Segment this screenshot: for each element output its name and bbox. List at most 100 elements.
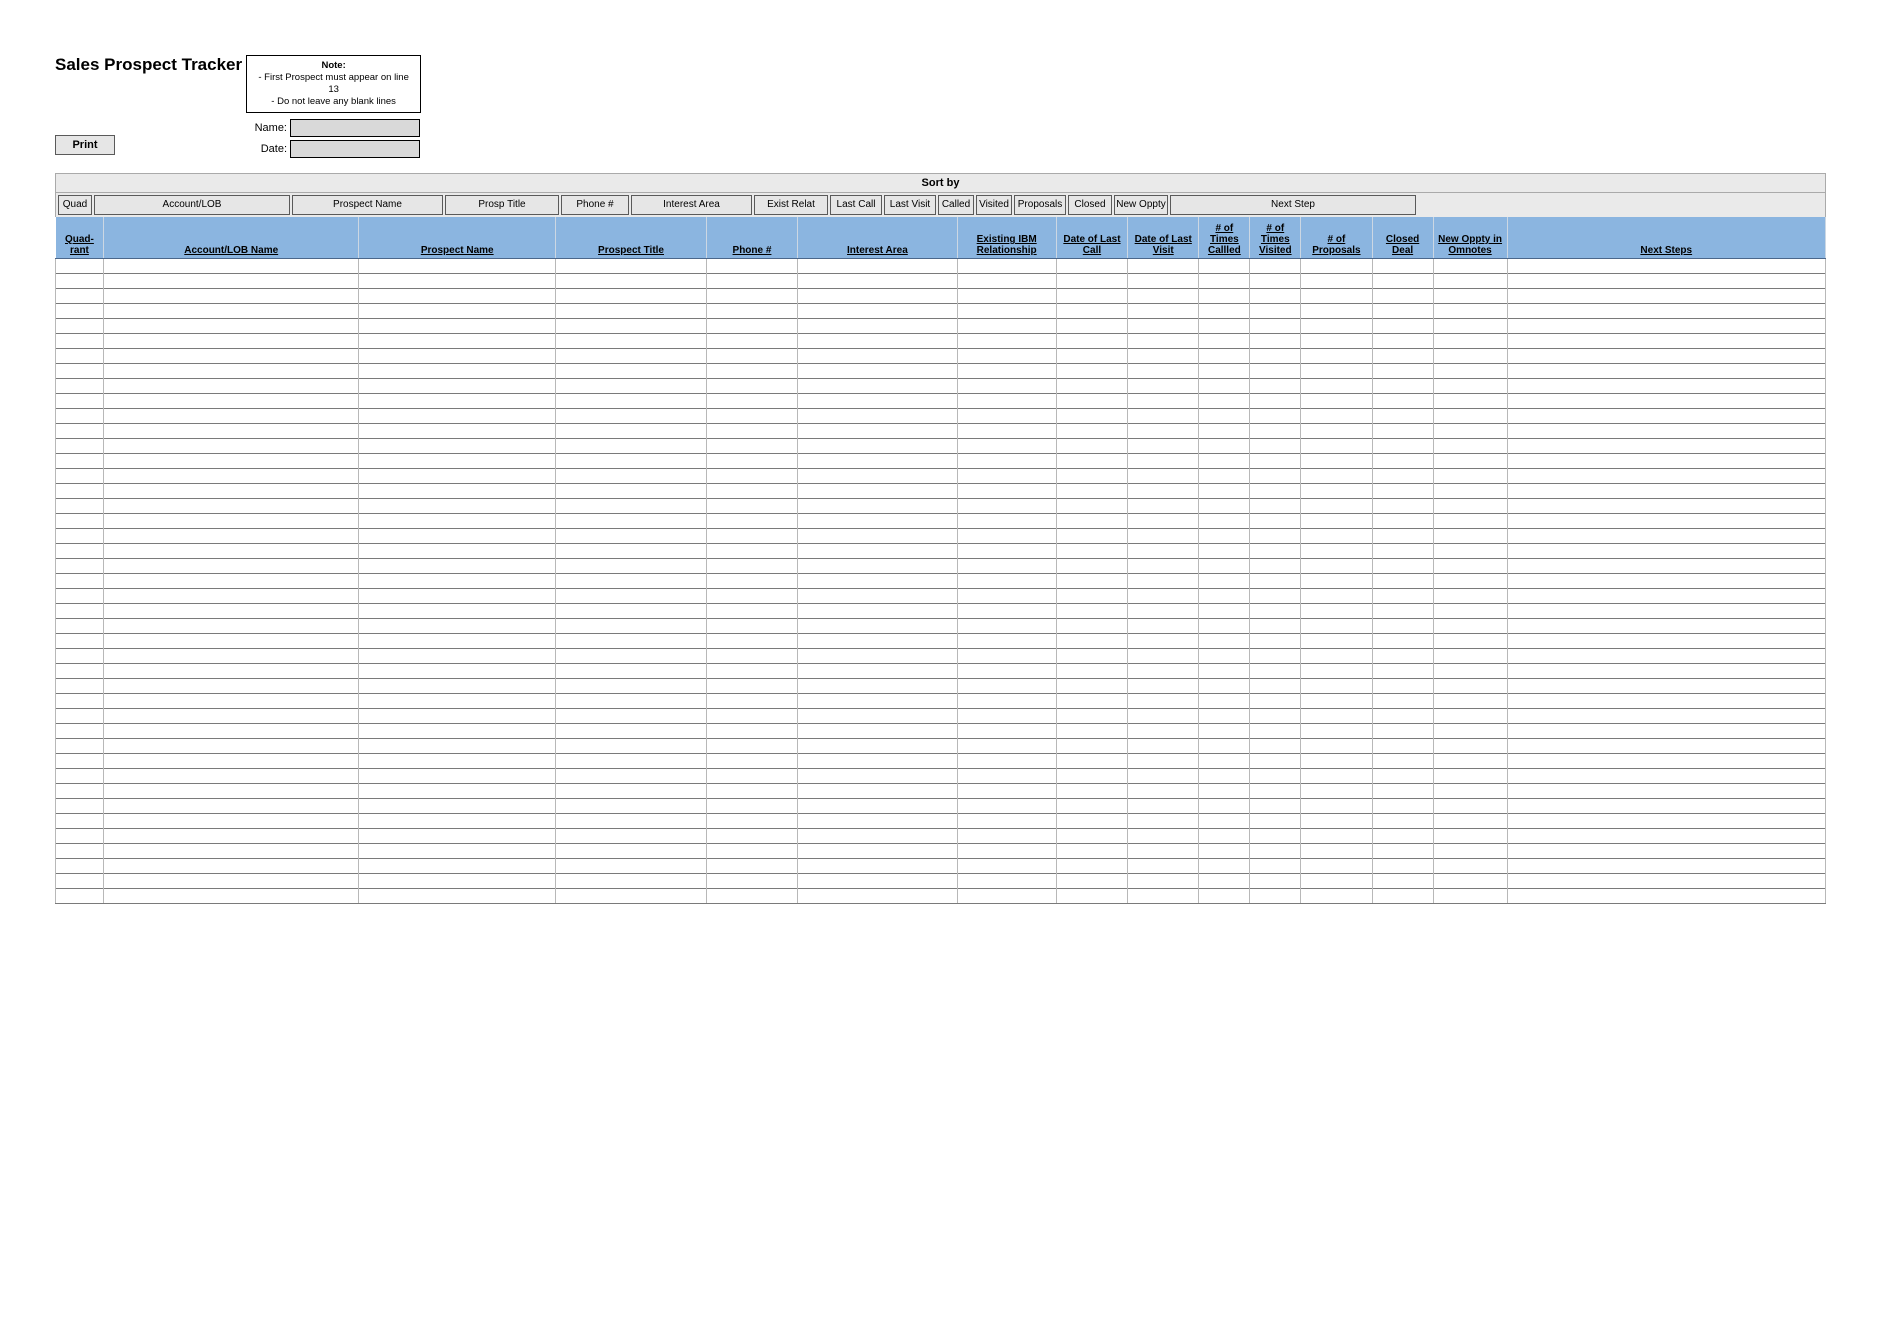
cell[interactable]: [1128, 679, 1199, 694]
cell[interactable]: [1507, 289, 1826, 304]
cell[interactable]: [1507, 274, 1826, 289]
cell[interactable]: [706, 769, 798, 784]
cell[interactable]: [56, 394, 104, 409]
cell[interactable]: [706, 334, 798, 349]
cell[interactable]: [1128, 559, 1199, 574]
cell[interactable]: [1433, 784, 1507, 799]
cell[interactable]: [1372, 814, 1433, 829]
cell[interactable]: [957, 784, 1056, 799]
cell[interactable]: [706, 604, 798, 619]
cell[interactable]: [1056, 259, 1127, 274]
cell[interactable]: [56, 514, 104, 529]
cell[interactable]: [56, 754, 104, 769]
cell[interactable]: [1507, 649, 1826, 664]
cell[interactable]: [104, 574, 359, 589]
cell[interactable]: [1128, 829, 1199, 844]
sort-button-last-visit[interactable]: Last Visit: [884, 195, 936, 215]
cell[interactable]: [957, 274, 1056, 289]
cell[interactable]: [1301, 604, 1372, 619]
cell[interactable]: [1056, 304, 1127, 319]
cell[interactable]: [1250, 334, 1301, 349]
cell[interactable]: [104, 559, 359, 574]
cell[interactable]: [706, 634, 798, 649]
cell[interactable]: [1250, 694, 1301, 709]
cell[interactable]: [1433, 829, 1507, 844]
cell[interactable]: [1056, 529, 1127, 544]
cell[interactable]: [104, 364, 359, 379]
cell[interactable]: [1128, 499, 1199, 514]
sort-button-new-oppty[interactable]: New Oppty: [1114, 195, 1168, 215]
cell[interactable]: [1250, 349, 1301, 364]
cell[interactable]: [957, 304, 1056, 319]
cell[interactable]: [1507, 859, 1826, 874]
cell[interactable]: [1372, 739, 1433, 754]
cell[interactable]: [798, 259, 957, 274]
cell[interactable]: [1433, 874, 1507, 889]
cell[interactable]: [556, 484, 706, 499]
cell[interactable]: [1433, 304, 1507, 319]
cell[interactable]: [104, 394, 359, 409]
date-input[interactable]: [290, 140, 420, 158]
cell[interactable]: [1056, 814, 1127, 829]
cell[interactable]: [1507, 544, 1826, 559]
cell[interactable]: [1507, 259, 1826, 274]
cell[interactable]: [1199, 424, 1250, 439]
cell[interactable]: [104, 454, 359, 469]
cell[interactable]: [1301, 739, 1372, 754]
cell[interactable]: [359, 679, 556, 694]
cell[interactable]: [1128, 874, 1199, 889]
cell[interactable]: [1199, 529, 1250, 544]
cell[interactable]: [798, 469, 957, 484]
cell[interactable]: [957, 589, 1056, 604]
cell[interactable]: [556, 439, 706, 454]
cell[interactable]: [56, 349, 104, 364]
cell[interactable]: [1199, 664, 1250, 679]
cell[interactable]: [56, 889, 104, 904]
cell[interactable]: [556, 334, 706, 349]
cell[interactable]: [706, 499, 798, 514]
cell[interactable]: [1250, 409, 1301, 424]
cell[interactable]: [359, 799, 556, 814]
cell[interactable]: [1301, 874, 1372, 889]
sort-button-prosp-title[interactable]: Prosp Title: [445, 195, 559, 215]
cell[interactable]: [1250, 559, 1301, 574]
cell[interactable]: [1507, 829, 1826, 844]
cell[interactable]: [1433, 394, 1507, 409]
cell[interactable]: [1056, 889, 1127, 904]
sort-button-visited[interactable]: Visited: [976, 195, 1012, 215]
cell[interactable]: [1056, 424, 1127, 439]
cell[interactable]: [957, 814, 1056, 829]
cell[interactable]: [104, 619, 359, 634]
cell[interactable]: [359, 814, 556, 829]
cell[interactable]: [1250, 709, 1301, 724]
cell[interactable]: [359, 409, 556, 424]
cell[interactable]: [556, 589, 706, 604]
cell[interactable]: [957, 439, 1056, 454]
cell[interactable]: [957, 859, 1056, 874]
cell[interactable]: [706, 874, 798, 889]
cell[interactable]: [1301, 664, 1372, 679]
cell[interactable]: [359, 319, 556, 334]
cell[interactable]: [1301, 844, 1372, 859]
cell[interactable]: [706, 574, 798, 589]
cell[interactable]: [1301, 409, 1372, 424]
cell[interactable]: [798, 529, 957, 544]
cell[interactable]: [56, 259, 104, 274]
cell[interactable]: [798, 439, 957, 454]
cell[interactable]: [1128, 424, 1199, 439]
cell[interactable]: [1372, 829, 1433, 844]
cell[interactable]: [104, 529, 359, 544]
cell[interactable]: [1507, 499, 1826, 514]
cell[interactable]: [1372, 679, 1433, 694]
cell[interactable]: [1056, 334, 1127, 349]
cell[interactable]: [104, 679, 359, 694]
cell[interactable]: [706, 484, 798, 499]
cell[interactable]: [359, 589, 556, 604]
cell[interactable]: [957, 499, 1056, 514]
cell[interactable]: [1128, 514, 1199, 529]
cell[interactable]: [556, 544, 706, 559]
cell[interactable]: [1250, 304, 1301, 319]
cell[interactable]: [706, 319, 798, 334]
cell[interactable]: [56, 424, 104, 439]
cell[interactable]: [957, 889, 1056, 904]
